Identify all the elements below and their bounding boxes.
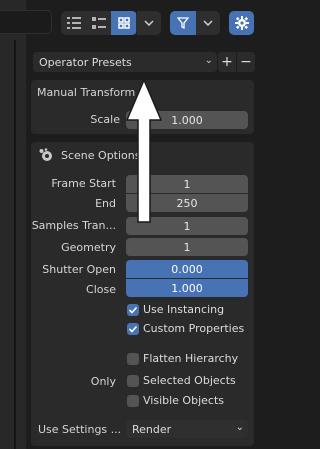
- scene-options-icon: [38, 147, 54, 163]
- divider: [14, 40, 16, 449]
- flatten-hierarchy-checkbox[interactable]: [127, 353, 139, 365]
- add-preset-button[interactable]: +: [218, 52, 236, 72]
- chevron-down-icon: ⌄: [235, 422, 244, 433]
- gear-icon: [234, 16, 249, 30]
- filter-toggle[interactable]: [170, 11, 196, 35]
- use-settings-dropdown[interactable]: Render ⌄: [126, 420, 248, 438]
- operator-presets-dropdown[interactable]: Operator Presets ⌄: [33, 52, 217, 72]
- chevron-down-icon: [144, 20, 154, 26]
- chevron-down-icon: [203, 20, 213, 26]
- checkmark-icon: [128, 325, 138, 333]
- custom-properties-label[interactable]: Custom Properties: [143, 322, 244, 335]
- only-label: Only: [90, 375, 116, 388]
- chevron-down-icon: ⌄: [204, 55, 213, 66]
- thumbnail-grid-icon[interactable]: [111, 11, 136, 35]
- selected-objects-label[interactable]: Selected Objects: [143, 374, 236, 387]
- checkmark-icon: [128, 306, 138, 314]
- view-mode-group: [61, 11, 137, 35]
- use-instancing-checkbox[interactable]: [127, 304, 139, 316]
- visible-objects-checkbox[interactable]: [127, 395, 139, 407]
- shutter-open-label: Shutter Open: [42, 263, 116, 276]
- samples-field[interactable]: 1: [126, 217, 248, 235]
- filter-group: [170, 11, 220, 35]
- scale-label: Scale: [90, 113, 120, 126]
- end-label: End: [95, 197, 116, 210]
- scale-field[interactable]: 1.000: [126, 111, 248, 129]
- shutter-open-field[interactable]: 0.000: [126, 260, 248, 278]
- custom-properties-checkbox[interactable]: [127, 323, 139, 335]
- list-view-icon[interactable]: [61, 11, 86, 35]
- selected-objects-checkbox[interactable]: [127, 375, 139, 387]
- samples-label: Samples Tran...: [31, 219, 116, 232]
- display-settings-dropdown[interactable]: [137, 11, 161, 35]
- file-list-area: [0, 0, 26, 449]
- remove-preset-button[interactable]: −: [237, 52, 255, 72]
- use-settings-value: Render: [132, 422, 172, 436]
- settings-button[interactable]: [229, 11, 254, 35]
- filter-dropdown[interactable]: [196, 11, 220, 35]
- use-instancing-label[interactable]: Use Instancing: [143, 303, 224, 316]
- geometry-field[interactable]: 1: [126, 238, 248, 256]
- close-label: Close: [86, 283, 116, 296]
- path-field[interactable]: [0, 10, 52, 34]
- manual-transform-title[interactable]: Manual Transform: [37, 86, 135, 99]
- visible-objects-label[interactable]: Visible Objects: [143, 394, 224, 407]
- end-field[interactable]: 250: [126, 194, 248, 212]
- operator-presets-label: Operator Presets: [39, 55, 132, 69]
- frame-start-field[interactable]: 1: [126, 175, 248, 193]
- frame-start-label: Frame Start: [51, 177, 116, 190]
- use-settings-label: Use Settings ...: [38, 423, 122, 436]
- close-field[interactable]: 1.000: [126, 279, 248, 297]
- scene-options-title[interactable]: Scene Options: [61, 149, 140, 162]
- filter-icon: [177, 17, 189, 29]
- thumbnail-small-icon[interactable]: [86, 11, 111, 35]
- flatten-hierarchy-label[interactable]: Flatten Hierarchy: [143, 352, 238, 365]
- geometry-label: Geometry: [61, 241, 116, 254]
